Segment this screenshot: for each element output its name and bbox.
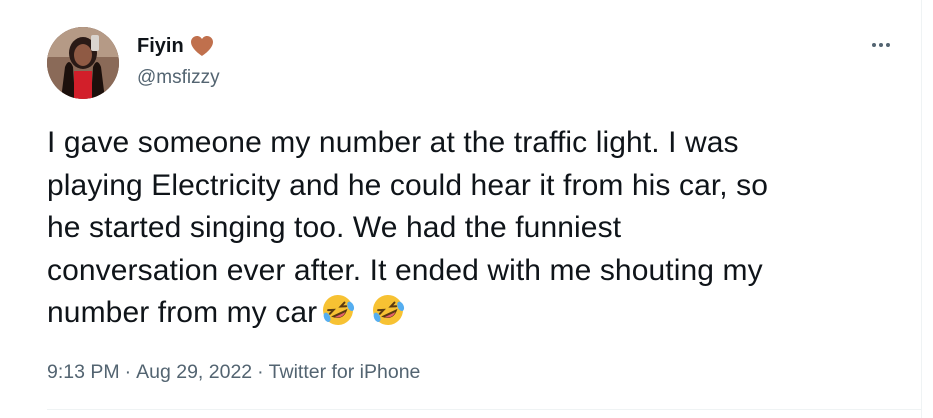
more-options-button[interactable]: [866, 34, 896, 56]
tweet-text: I gave someone my number at the traffic …: [47, 122, 877, 335]
author-name-row: Fiyin: [137, 34, 214, 58]
user-handle[interactable]: @msfizzy: [137, 66, 220, 90]
tweet-time-link[interactable]: 9:13 PM: [47, 359, 120, 385]
tweet-line-last: number from my car: [47, 292, 877, 335]
more-dot: [879, 43, 883, 47]
tweet-metadata: 9:13 PM · Aug 29, 2022 · Twitter for iPh…: [47, 359, 420, 385]
divider: [47, 409, 921, 410]
avatar[interactable]: [47, 27, 119, 99]
more-horizontal-icon: [872, 43, 876, 47]
tweet-line: conversation ever after. It ended with m…: [47, 253, 763, 287]
rolling-on-floor-laughing-icon: [369, 292, 407, 328]
meta-separator: ·: [124, 361, 132, 383]
tweet-source-link[interactable]: Twitter for iPhone: [269, 359, 421, 385]
avatar-photo: [47, 27, 119, 99]
tweet-line-text: number from my car: [47, 296, 318, 329]
tweet-line: playing Electricity and he could hear it…: [47, 168, 769, 202]
more-dot: [886, 43, 890, 47]
brown-heart-icon: [190, 35, 214, 57]
tweet-date-link[interactable]: Aug 29, 2022: [136, 359, 252, 385]
meta-separator: ·: [257, 361, 264, 383]
display-name[interactable]: Fiyin: [137, 34, 184, 58]
tweet-card: Fiyin @msfizzy I gave someone my number …: [0, 0, 922, 418]
rolling-on-floor-laughing-icon: [319, 292, 357, 328]
tweet-line: I gave someone my number at the traffic …: [47, 126, 739, 159]
tweet-line: he started singing too. We had the funni…: [47, 211, 622, 244]
